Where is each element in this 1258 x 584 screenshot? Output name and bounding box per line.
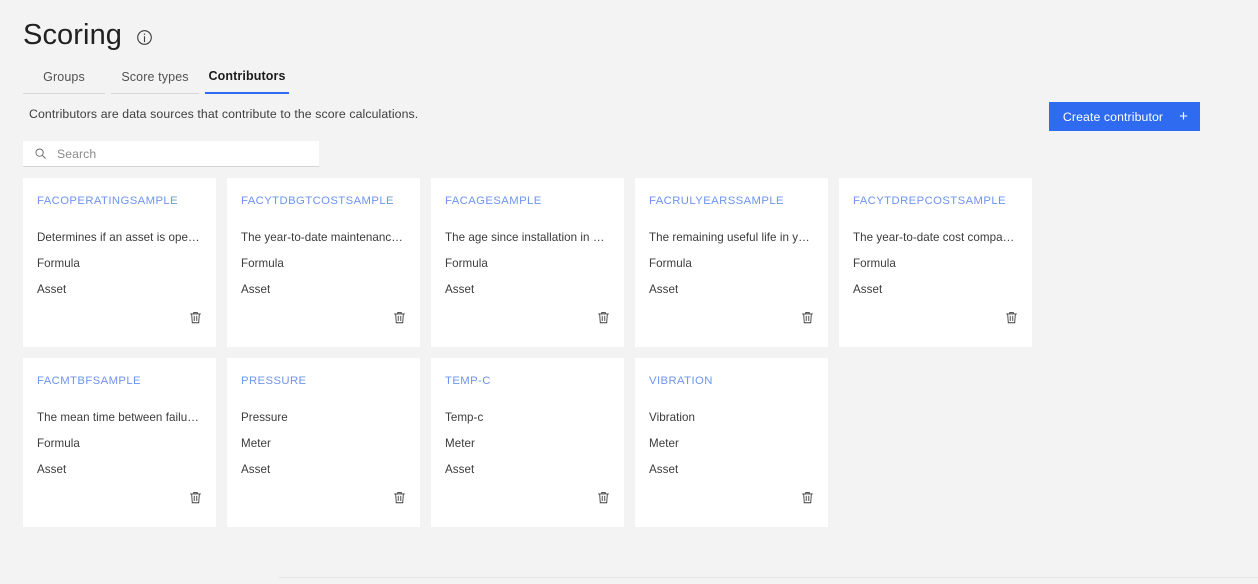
contributor-meta-scope: Asset	[241, 283, 271, 296]
info-icon[interactable]	[136, 25, 153, 46]
create-contributor-label: Create contributor	[1062, 109, 1164, 124]
tab-contributors-label: Contributors	[208, 69, 286, 83]
contributor-meta-scope: Asset	[445, 283, 475, 296]
contributor-description: The year-to-date maintenance cos...	[241, 231, 406, 244]
contributor-meta-scope: Asset	[37, 283, 67, 296]
search-icon	[35, 148, 46, 159]
contributor-card[interactable]: TEMP-C Temp-c Meter Asset	[431, 358, 624, 527]
contributor-card[interactable]: FACYTDREPCOSTSAMPLE The year-to-date cos…	[839, 178, 1032, 347]
contributor-meta-type: Meter	[241, 437, 271, 450]
contributor-meta-type: Formula	[853, 257, 896, 270]
contributor-title: TEMP-C	[445, 375, 491, 387]
tab-groups-label: Groups	[43, 70, 85, 84]
contributor-title: FACYTDBGTCOSTSAMPLE	[241, 195, 394, 207]
contributor-title: FACMTBFSAMPLE	[37, 375, 142, 387]
tab-score-types[interactable]: Score types	[111, 65, 199, 94]
contributor-description: The remaining useful life in years.	[649, 231, 814, 244]
contributor-card[interactable]: VIBRATION Vibration Meter Asset	[635, 358, 828, 527]
contributor-card[interactable]: FACOPERATINGSAMPLE Determines if an asse…	[23, 178, 216, 347]
contributor-description: Temp-c	[445, 411, 484, 424]
trash-icon[interactable]	[392, 490, 407, 505]
contributor-description: Determines if an asset is operating.	[37, 231, 202, 244]
page-title: Scoring	[23, 19, 123, 51]
contributor-meta-scope: Asset	[853, 283, 883, 296]
trash-icon[interactable]	[800, 310, 815, 325]
contributor-meta-scope: Asset	[445, 463, 475, 476]
tab-score-types-label: Score types	[121, 70, 189, 84]
page-header: Scoring	[23, 18, 153, 52]
contributor-card[interactable]: PRESSURE Pressure Meter Asset	[227, 358, 420, 527]
search-box[interactable]	[23, 141, 319, 167]
tab-groups[interactable]: Groups	[23, 65, 105, 94]
trash-icon[interactable]	[392, 310, 407, 325]
tab-contributors[interactable]: Contributors	[205, 64, 289, 94]
page-description: Contributors are data sources that contr…	[29, 107, 419, 121]
contributor-description: The mean time between failures in...	[37, 411, 202, 424]
contributor-meta-type: Formula	[37, 437, 80, 450]
create-contributor-button[interactable]: Create contributor +	[1048, 102, 1200, 131]
contributor-title: FACOPERATINGSAMPLE	[37, 195, 179, 207]
plus-icon: +	[1179, 108, 1188, 125]
contributor-description: Vibration	[649, 411, 695, 424]
contributor-title: FACYTDREPCOSTSAMPLE	[853, 195, 1006, 207]
contributor-description: The year-to-date cost compared w...	[853, 231, 1018, 244]
trash-icon[interactable]	[188, 310, 203, 325]
contributor-meta-scope: Asset	[241, 463, 271, 476]
contributor-description: The age since installation in years.	[445, 231, 610, 244]
trash-icon[interactable]	[800, 490, 815, 505]
contributor-title: FACAGESAMPLE	[445, 195, 542, 207]
contributor-meta-type: Formula	[445, 257, 488, 270]
trash-icon[interactable]	[596, 490, 611, 505]
contributor-meta-scope: Asset	[37, 463, 67, 476]
contributor-card[interactable]: FACMTBFSAMPLE The mean time between fail…	[23, 358, 216, 527]
contributor-card[interactable]: FACAGESAMPLE The age since installation …	[431, 178, 624, 347]
contributor-meta-type: Formula	[649, 257, 692, 270]
contributor-description: Pressure	[241, 411, 288, 424]
trash-icon[interactable]	[1004, 310, 1019, 325]
contributor-title: FACRULYEARSSAMPLE	[649, 195, 785, 207]
contributor-meta-type: Formula	[37, 257, 80, 270]
contributor-card-grid: FACOPERATINGSAMPLE Determines if an asse…	[23, 178, 1235, 527]
contributor-meta-scope: Asset	[649, 283, 679, 296]
contributor-title: VIBRATION	[649, 375, 713, 387]
contributor-meta-type: Meter	[445, 437, 475, 450]
trash-icon[interactable]	[596, 310, 611, 325]
trash-icon[interactable]	[188, 490, 203, 505]
contributor-card[interactable]: FACYTDBGTCOSTSAMPLE The year-to-date mai…	[227, 178, 420, 347]
contributor-meta-type: Formula	[241, 257, 284, 270]
tab-bar: Groups Score types Contributors	[23, 64, 289, 94]
contributor-meta-type: Meter	[649, 437, 679, 450]
contributor-meta-scope: Asset	[649, 463, 679, 476]
scoring-page: Scoring Groups Score types Contributors …	[0, 0, 1258, 584]
footer-divider-gap	[0, 577, 278, 578]
search-input[interactable]	[57, 141, 297, 166]
contributor-title: PRESSURE	[241, 375, 307, 387]
contributor-card[interactable]: FACRULYEARSSAMPLE The remaining useful l…	[635, 178, 828, 347]
